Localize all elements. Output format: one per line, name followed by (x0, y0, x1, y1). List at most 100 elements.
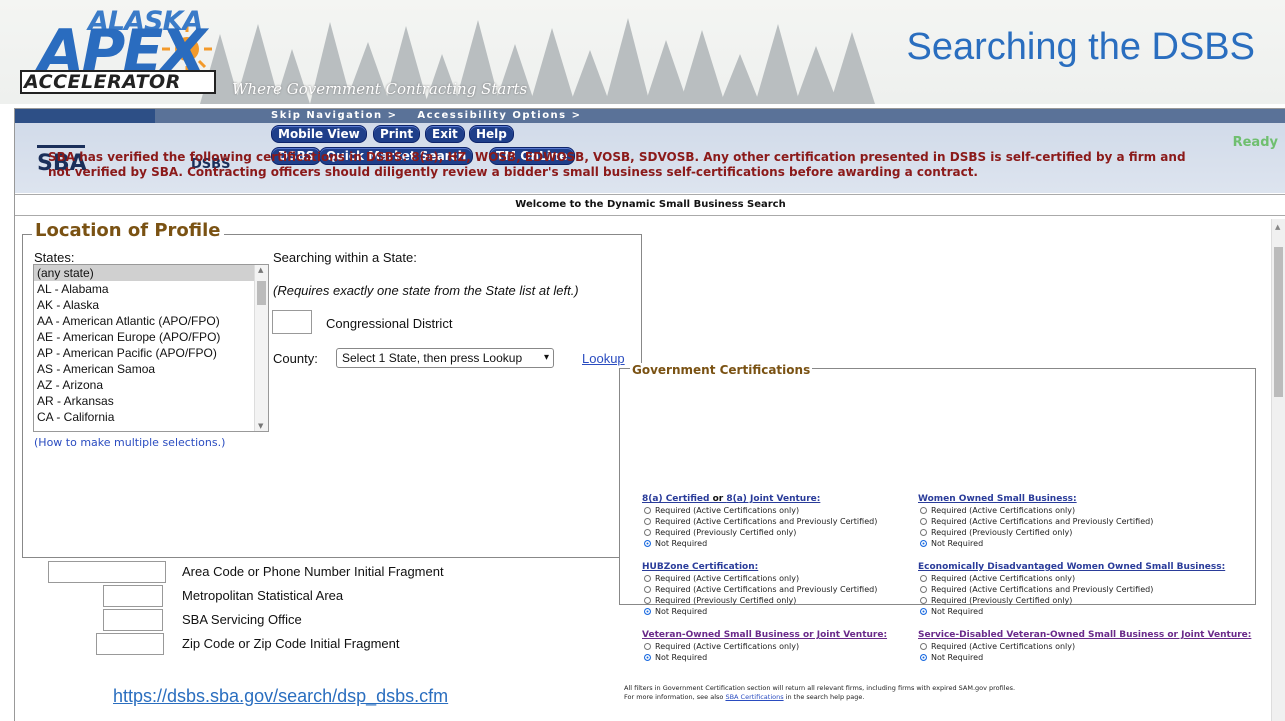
mobile-view-button[interactable]: Mobile View (271, 125, 367, 143)
zip-code-label: Zip Code or Zip Code Initial Fragment (182, 636, 400, 651)
chevron-down-icon: ▾ (543, 352, 549, 363)
cert-8a-joiner: or (709, 494, 727, 504)
tagline: Where Government Contracting Starts (232, 80, 528, 98)
accessibility-options-link[interactable]: Accessibility Options > (417, 110, 581, 121)
radio-option[interactable]: Not Required (642, 652, 887, 663)
help-button[interactable]: Help (469, 125, 514, 143)
state-option[interactable]: AA - American Atlantic (APO/FPO) (34, 313, 268, 329)
radio-icon (920, 507, 927, 514)
radio-option[interactable]: Required (Active Certifications only) (642, 505, 877, 516)
county-select[interactable]: Select 1 State, then press Lookup ▾ (336, 348, 554, 368)
sba-certifications-link[interactable]: SBA Certifications (725, 693, 783, 701)
zip-code-input[interactable] (96, 633, 164, 655)
radio-option[interactable]: Required (Active Certifications and Prev… (918, 516, 1153, 527)
cert-vosb-group: Veteran-Owned Small Business or Joint Ve… (642, 630, 887, 663)
state-option[interactable]: AP - American Pacific (APO/FPO) (34, 345, 268, 361)
dsbs-url[interactable]: https://dsbs.sba.gov/search/dsp_dsbs.cfm (113, 686, 448, 707)
area-code-label: Area Code or Phone Number Initial Fragme… (182, 564, 444, 579)
radio-option[interactable]: Not Required (918, 606, 1225, 617)
congressional-district-label: Congressional District (326, 316, 453, 331)
cert-wosb-group: Women Owned Small Business: Required (Ac… (918, 494, 1153, 549)
radio-selected-icon (644, 654, 651, 661)
state-option[interactable]: AK - Alaska (34, 297, 268, 313)
logo-accelerator-text: ACCELERATOR (20, 70, 216, 94)
state-option[interactable]: AL - Alabama (34, 281, 268, 297)
state-option[interactable]: AS - American Samoa (34, 361, 268, 377)
state-option[interactable]: AZ - Arizona (34, 377, 268, 393)
state-option[interactable]: (any state) (34, 265, 268, 281)
radio-option[interactable]: Not Required (918, 538, 1153, 549)
slide-title: Searching the DSBS (906, 26, 1255, 68)
radio-icon (644, 518, 651, 525)
radio-option[interactable]: Required (Active Certifications only) (918, 641, 1251, 652)
radio-icon (920, 518, 927, 525)
radio-selected-icon (920, 540, 927, 547)
county-label: County: (273, 351, 318, 366)
radio-option[interactable]: Required (Active Certifications and Prev… (642, 516, 877, 527)
radio-selected-icon (644, 608, 651, 615)
states-listbox[interactable]: (any state) AL - Alabama AK - Alaska AA … (33, 264, 269, 432)
radio-icon (920, 597, 927, 604)
gov-certifications-footer: All filters in Government Certification … (624, 684, 1016, 701)
radio-icon (644, 597, 651, 604)
radio-icon (920, 643, 927, 650)
lookup-link[interactable]: Lookup (582, 351, 625, 366)
cert-8a-link[interactable]: 8(a) Certified (642, 494, 709, 504)
gov-certifications-legend: Government Certifications (630, 363, 813, 377)
msa-label: Metropolitan Statistical Area (182, 588, 344, 603)
states-label: States: (34, 250, 75, 265)
radio-selected-icon (920, 654, 927, 661)
radio-option[interactable]: Required (Previously Certified only) (918, 595, 1225, 606)
radio-option[interactable]: Required (Active Certifications only) (642, 573, 877, 584)
cert-8a-jv-link[interactable]: 8(a) Joint Venture: (726, 494, 820, 504)
radio-icon (644, 529, 651, 536)
requires-note: (Requires exactly one state from the Sta… (273, 283, 579, 298)
page-scrollbar[interactable]: ▲ (1271, 219, 1285, 721)
radio-option[interactable]: Required (Previously Certified only) (918, 527, 1153, 538)
radio-option[interactable]: Required (Active Certifications and Prev… (642, 584, 877, 595)
radio-option[interactable]: Not Required (918, 652, 1251, 663)
radio-option[interactable]: Required (Previously Certified only) (642, 527, 877, 538)
status-ready: Ready (1232, 135, 1278, 150)
servicing-office-label: SBA Servicing Office (182, 612, 302, 627)
top-strip (15, 109, 1285, 123)
msa-input[interactable] (103, 585, 163, 607)
radio-icon (920, 586, 927, 593)
radio-icon (644, 586, 651, 593)
slide-header: ALASKA APEX ACCELERATOR Where Government… (0, 0, 1285, 104)
cert-edwosb-group: Economically Disadvantaged Women Owned S… (918, 562, 1225, 617)
area-code-input[interactable] (48, 561, 166, 583)
cert-wosb-link[interactable]: Women Owned Small Business: (918, 494, 1153, 505)
certification-notice: SBA has verified the following certifica… (48, 150, 1186, 179)
cert-sdvosb-link[interactable]: Service-Disabled Veteran-Owned Small Bus… (918, 630, 1251, 641)
cert-vosb-link[interactable]: Veteran-Owned Small Business or Joint Ve… (642, 630, 887, 641)
servicing-office-input[interactable] (103, 609, 163, 631)
congressional-district-input[interactable] (272, 310, 312, 334)
radio-option[interactable]: Not Required (642, 538, 877, 549)
radio-icon (920, 529, 927, 536)
radio-option[interactable]: Not Required (642, 606, 877, 617)
radio-icon (644, 643, 651, 650)
location-legend: Location of Profile (32, 220, 224, 241)
radio-option[interactable]: Required (Active Certifications only) (642, 641, 887, 652)
how-to-multiple-link[interactable]: (How to make multiple selections.) (34, 436, 225, 449)
radio-option[interactable]: Required (Previously Certified only) (642, 595, 877, 606)
within-state-label: Searching within a State: (273, 250, 417, 265)
states-scrollbar[interactable]: ▲ ▼ (254, 265, 268, 431)
welcome-banner: Welcome to the Dynamic Small Business Se… (15, 194, 1285, 216)
radio-option[interactable]: Required (Active Certifications only) (918, 573, 1225, 584)
skip-navigation-link[interactable]: Skip Navigation > Accessibility Options … (271, 110, 582, 121)
radio-icon (644, 507, 651, 514)
radio-icon (644, 575, 651, 582)
cert-hubzone-link[interactable]: HUBZone Certification: (642, 562, 877, 573)
exit-button[interactable]: Exit (425, 125, 465, 143)
state-option[interactable]: CA - California (34, 409, 268, 425)
radio-option[interactable]: Required (Active Certifications only) (918, 505, 1153, 516)
cert-edwosb-link[interactable]: Economically Disadvantaged Women Owned S… (918, 562, 1225, 573)
radio-icon (920, 575, 927, 582)
cert-8a-group: 8(a) Certified or 8(a) Joint Venture: Re… (642, 494, 877, 549)
state-option[interactable]: AE - American Europe (APO/FPO) (34, 329, 268, 345)
print-button[interactable]: Print (373, 125, 421, 143)
radio-option[interactable]: Required (Active Certifications and Prev… (918, 584, 1225, 595)
state-option[interactable]: AR - Arkansas (34, 393, 268, 409)
